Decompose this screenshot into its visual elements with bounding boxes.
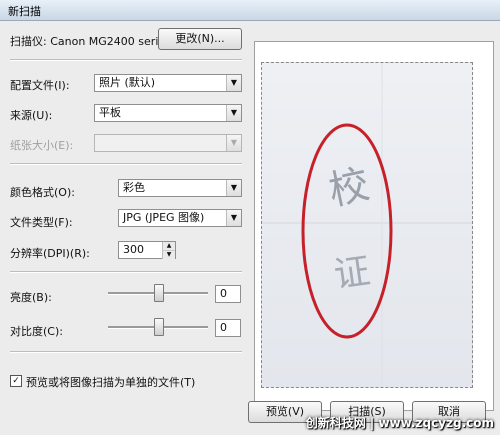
new-scan-dialog: 扫描仪: Canon MG2400 series 更改(N)... 配置文件(I… <box>0 21 500 435</box>
preview-annotation: 校 证 <box>262 63 472 387</box>
color-format-value: 彩色 <box>123 181 145 194</box>
chevron-down-icon: ▼ <box>226 75 241 91</box>
resolution-stepper[interactable]: 300 ▲ ▼ <box>118 241 176 259</box>
separate-files-checkbox[interactable]: ✓ <box>10 375 22 387</box>
source-select[interactable]: 平板 ▼ <box>94 104 242 122</box>
scanner-label: 扫描仪: Canon MG2400 series <box>10 35 171 48</box>
color-format-select[interactable]: 彩色 ▼ <box>118 179 242 197</box>
separator <box>10 271 242 273</box>
spin-up-icon[interactable]: ▲ <box>162 242 175 250</box>
separator <box>10 59 242 61</box>
file-type-label: 文件类型(F): <box>10 216 73 229</box>
brightness-slider-thumb[interactable] <box>154 284 164 302</box>
brightness-label: 亮度(B): <box>10 291 52 304</box>
chevron-down-icon: ▼ <box>226 105 241 121</box>
paper-size-label: 纸张大小(E): <box>10 139 74 152</box>
contrast-label: 对比度(C): <box>10 325 63 338</box>
contrast-input[interactable]: 0 <box>215 319 241 337</box>
handwriting-1: 校 <box>325 161 374 214</box>
separator <box>10 351 242 353</box>
file-type-value: JPG (JPEG 图像) <box>123 211 205 224</box>
handwriting-2: 证 <box>331 251 372 297</box>
source-value: 平板 <box>99 106 121 119</box>
change-scanner-button[interactable]: 更改(N)... <box>158 28 242 50</box>
source-label: 来源(U): <box>10 109 53 122</box>
chevron-down-icon: ▼ <box>226 180 241 196</box>
check-icon: ✓ <box>12 376 20 386</box>
color-format-label: 颜色格式(O): <box>10 186 75 199</box>
preview-pane: 校 证 <box>254 41 494 411</box>
chevron-down-icon: ▼ <box>226 210 241 226</box>
paper-size-select: ▼ <box>94 134 242 152</box>
red-ellipse-mark <box>301 123 393 339</box>
separator <box>10 163 242 165</box>
profile-value: 照片 (默认) <box>99 76 156 89</box>
contrast-slider-thumb[interactable] <box>154 318 164 336</box>
spin-down-icon[interactable]: ▼ <box>162 250 175 259</box>
resolution-label: 分辨率(DPI)(R): <box>10 247 90 260</box>
file-type-select[interactable]: JPG (JPEG 图像) ▼ <box>118 209 242 227</box>
scanned-page-preview: 校 证 <box>261 62 473 388</box>
title-bar: 新扫描 <box>0 0 500 21</box>
watermark-text: 创新科技网 | www.zqcyzg.com <box>305 416 494 430</box>
brightness-input[interactable]: 0 <box>215 285 241 303</box>
resolution-value: 300 <box>123 243 144 256</box>
profile-select[interactable]: 照片 (默认) ▼ <box>94 74 242 92</box>
profile-label: 配置文件(I): <box>10 79 70 92</box>
window-title: 新扫描 <box>8 5 41 18</box>
chevron-down-icon: ▼ <box>226 135 241 151</box>
separate-files-label: 预览或将图像扫描为单独的文件(T) <box>26 376 196 389</box>
